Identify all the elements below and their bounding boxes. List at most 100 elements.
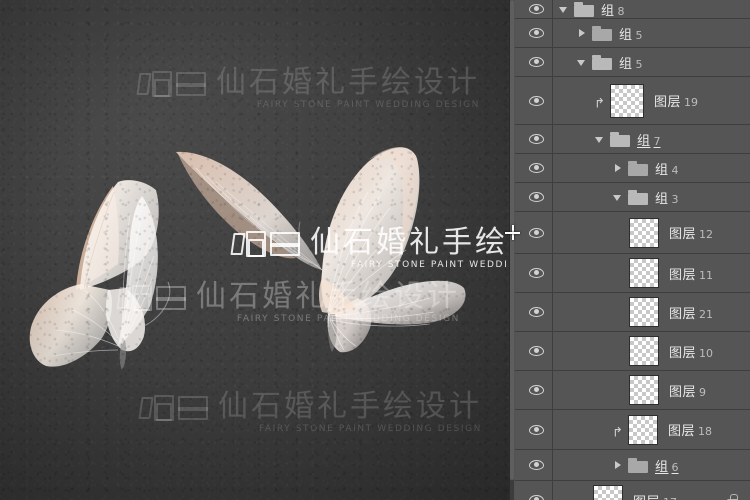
brand-logomark-icon	[116, 285, 190, 311]
layer-number: 18	[698, 425, 713, 438]
layer-name[interactable]: 组6	[655, 456, 679, 475]
layer-number: 9	[699, 385, 707, 399]
layer-row-body[interactable]: 图层 10	[553, 332, 750, 370]
layer-number: 21	[699, 307, 714, 321]
layer-number: 11	[699, 268, 714, 282]
layer-row-body[interactable]: 图层 21	[553, 293, 750, 331]
layer-thumbnail[interactable]	[629, 297, 659, 327]
layer-row-body[interactable]: 组6	[553, 450, 750, 480]
layers-panel[interactable]: 组 8 组 5 组 5 ↳ 图层 19 组 7 组 4 组 3 图层 12 图层 11 图层 21 图层 10 图层 9 ↳ 图层 1…	[509, 0, 750, 500]
layer-name[interactable]: 图层 12	[669, 223, 713, 242]
layer-row[interactable]: 组5	[515, 48, 750, 77]
layer-visibility-toggle[interactable]	[521, 125, 553, 153]
layer-row[interactable]: ↳ 图层 19	[515, 77, 750, 125]
layer-name[interactable]: 图层 10	[669, 342, 713, 361]
layer-row[interactable]: 图层 9	[515, 371, 750, 410]
layer-thumbnail[interactable]	[629, 258, 659, 288]
layer-visibility-toggle[interactable]	[521, 450, 553, 480]
layer-row-body[interactable]: 图层17	[553, 481, 750, 500]
layer-thumbnail[interactable]	[593, 485, 623, 500]
chevron-down-icon[interactable]	[557, 3, 571, 15]
layer-number: 5	[635, 28, 643, 42]
lock-icon[interactable]	[727, 493, 738, 500]
panel-scrollbar[interactable]	[510, 0, 514, 500]
layer-visibility-toggle[interactable]	[521, 48, 553, 76]
eye-icon	[529, 95, 544, 106]
chevron-down-icon[interactable]	[575, 56, 589, 68]
layer-row-body[interactable]: 组5	[553, 48, 750, 76]
layer-visibility-toggle[interactable]	[521, 481, 553, 500]
watermark-en-text: FAIRY STONE PAINT WEDDING DESIGN	[350, 260, 509, 270]
panel-scroll-thumb[interactable]	[510, 0, 514, 480]
layer-thumbnail[interactable]	[629, 217, 659, 248]
layer-row[interactable]: 组5	[515, 19, 750, 48]
layer-row[interactable]: 组3	[515, 183, 750, 212]
layer-row[interactable]: 组8	[515, 0, 750, 19]
layer-name[interactable]: 图层 19	[654, 91, 698, 110]
layer-name[interactable]: 组3	[655, 188, 679, 207]
layer-row[interactable]: 组7	[515, 125, 750, 154]
layer-row-body[interactable]: 图层 9	[553, 371, 750, 409]
layer-row[interactable]: 图层 12	[515, 212, 750, 254]
layer-row-body[interactable]: 图层 11	[553, 254, 750, 292]
layer-row-body[interactable]: 组8	[553, 0, 750, 19]
layer-row[interactable]: 图层17	[515, 481, 750, 500]
layer-visibility-toggle[interactable]	[521, 293, 553, 331]
layer-visibility-toggle[interactable]	[521, 77, 553, 124]
chevron-down-icon[interactable]	[593, 133, 607, 145]
chevron-right-icon[interactable]	[575, 27, 589, 39]
layer-thumbnail[interactable]	[629, 336, 659, 366]
eye-icon	[529, 495, 544, 500]
layer-row[interactable]: 图层 11	[515, 254, 750, 293]
layer-row[interactable]: 组6	[515, 450, 750, 481]
butterfly-right	[172, 138, 472, 356]
layer-row[interactable]: 图层 21	[515, 293, 750, 332]
layer-name[interactable]: 图层 11	[669, 264, 713, 283]
layer-name[interactable]: 图层 21	[669, 303, 713, 322]
layer-row-body[interactable]: ↳ 图层 18	[553, 410, 750, 449]
layer-row-body[interactable]: 组5	[553, 19, 750, 47]
layer-row-body[interactable]: 组7	[553, 125, 750, 153]
chevron-right-icon[interactable]	[611, 459, 625, 471]
brand-logomark-icon	[138, 395, 212, 421]
layer-visibility-toggle[interactable]	[521, 0, 553, 18]
layer-visibility-toggle[interactable]	[521, 19, 553, 47]
folder-icon	[592, 54, 612, 70]
layer-visibility-toggle[interactable]	[521, 154, 553, 182]
layer-thumbnail[interactable]	[629, 375, 659, 405]
chevron-down-icon[interactable]	[611, 191, 625, 203]
layer-name[interactable]: 组7	[637, 130, 661, 149]
brand-logomark-icon	[136, 71, 210, 97]
canvas-area[interactable]: 仙石婚礼手绘设计 FAIRY STONE PAINT WEDDING DESIG…	[0, 0, 509, 500]
layer-row-body[interactable]: ↳ 图层 19	[553, 77, 750, 124]
layer-visibility-toggle[interactable]	[521, 254, 553, 292]
chevron-right-icon[interactable]	[611, 162, 625, 174]
layer-row[interactable]: 组4	[515, 154, 750, 183]
layer-row-body[interactable]: 组3	[553, 183, 750, 211]
watermark-top: 仙石婚礼手绘设计 FAIRY STONE PAINT WEDDING DESIG…	[136, 68, 480, 110]
layer-name[interactable]: 组5	[619, 24, 643, 43]
layer-visibility-toggle[interactable]	[521, 212, 553, 253]
layer-number: 6	[671, 460, 679, 474]
layer-thumbnail[interactable]	[610, 83, 644, 118]
layer-number: 10	[699, 346, 714, 360]
layer-name[interactable]: 图层17	[633, 491, 677, 500]
layer-row-body[interactable]: 组4	[553, 154, 750, 182]
layer-row[interactable]: 图层 10	[515, 332, 750, 371]
layer-visibility-toggle[interactable]	[521, 410, 553, 449]
butterfly-left	[18, 178, 223, 373]
layer-visibility-toggle[interactable]	[521, 332, 553, 370]
eye-icon	[529, 385, 544, 395]
layer-row[interactable]: ↳ 图层 18	[515, 410, 750, 450]
layer-name[interactable]: 组5	[619, 53, 643, 72]
layer-number: 7	[653, 134, 661, 148]
layer-name[interactable]: 图层 9	[669, 381, 706, 400]
layer-name[interactable]: 图层 18	[668, 420, 712, 439]
layer-name[interactable]: 组8	[601, 0, 625, 19]
layer-row-body[interactable]: 图层 12	[553, 212, 750, 253]
layer-visibility-toggle[interactable]	[521, 371, 553, 409]
layer-name[interactable]: 组4	[655, 159, 679, 178]
layer-thumbnail[interactable]	[628, 414, 658, 445]
eye-icon	[529, 227, 544, 238]
layer-visibility-toggle[interactable]	[521, 183, 553, 211]
